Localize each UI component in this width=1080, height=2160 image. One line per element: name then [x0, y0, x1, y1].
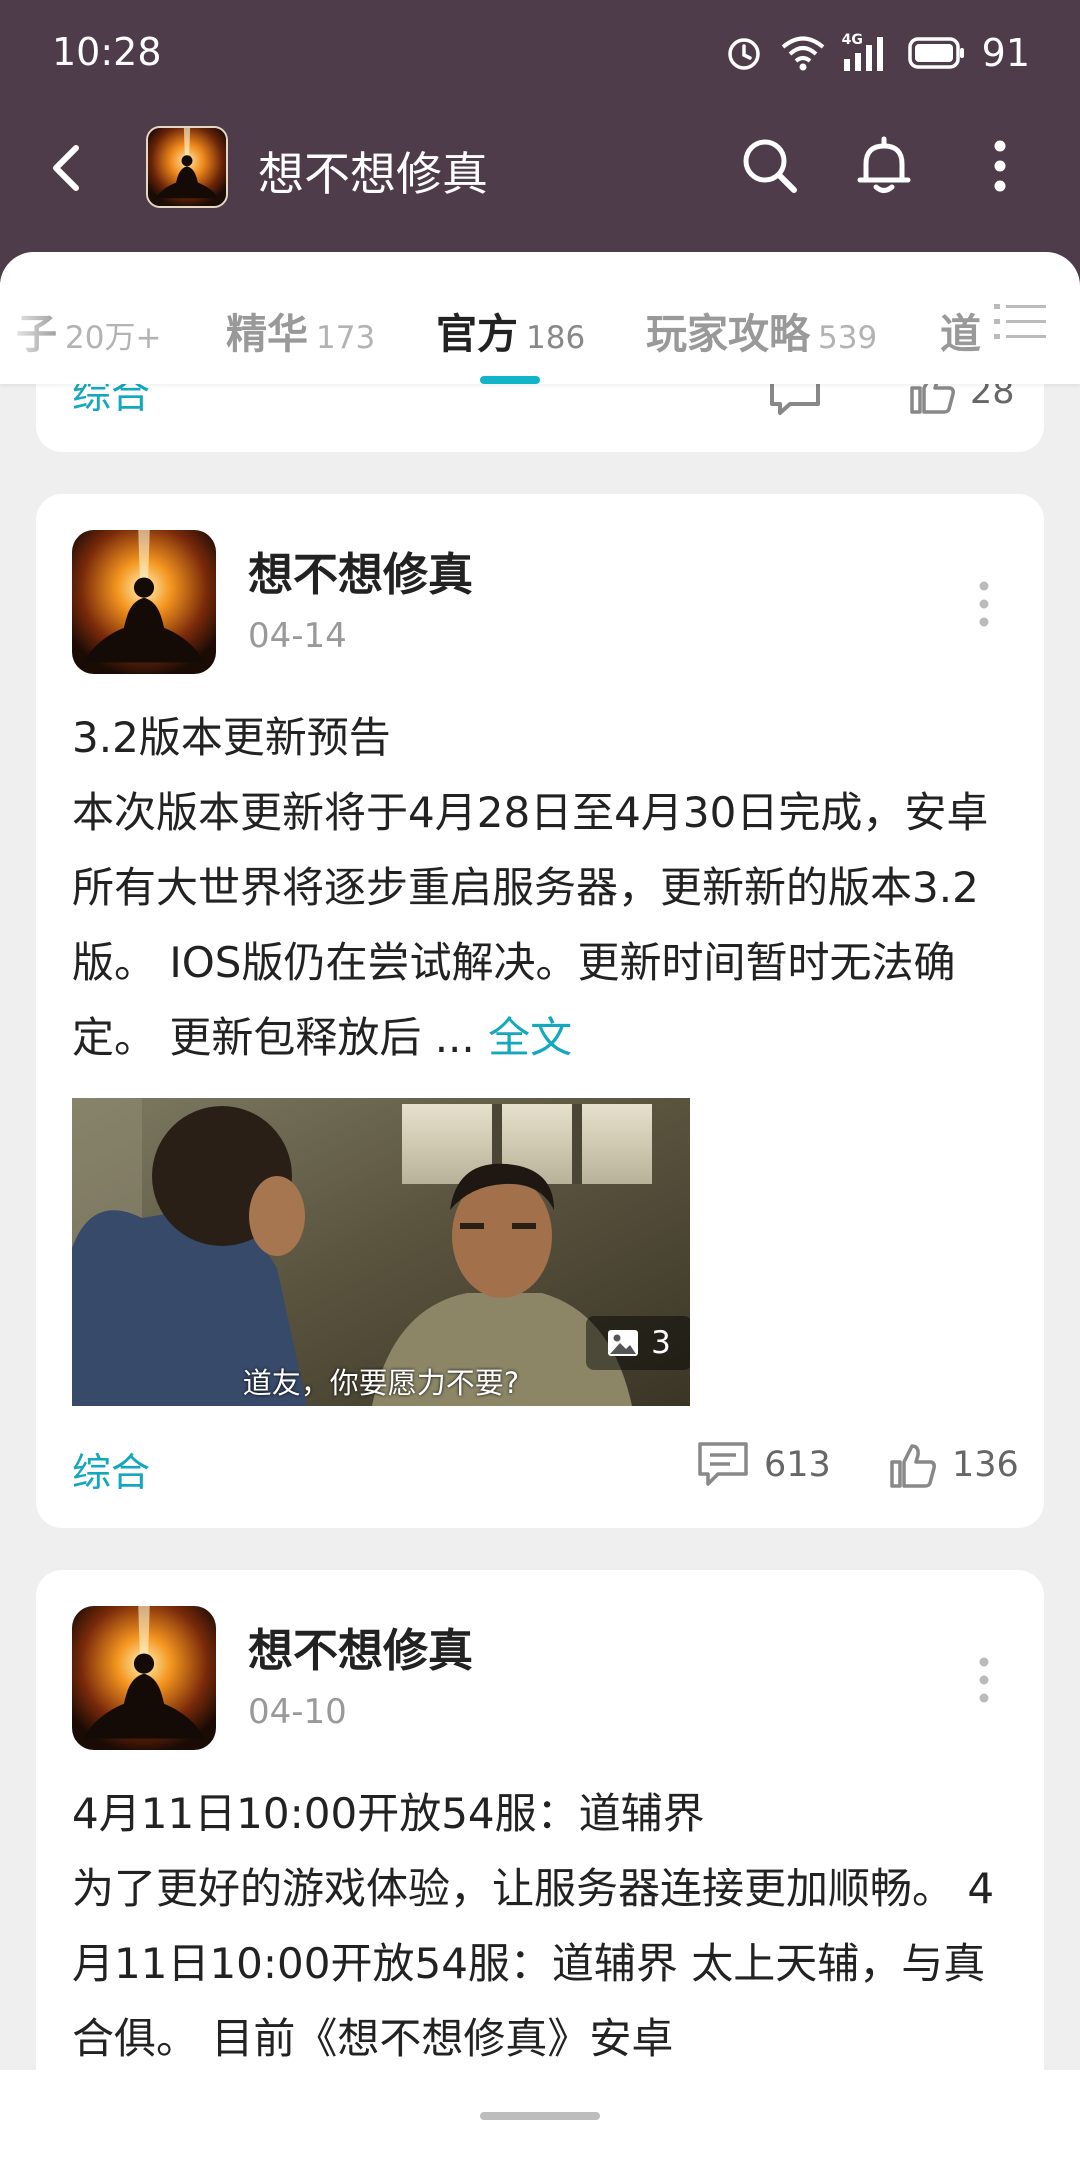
tab-player-guides[interactable]: 玩家攻略 539 [646, 300, 877, 360]
image-icon [608, 1330, 639, 1356]
gesture-bar [0, 2070, 1080, 2160]
like-count-value: 136 [952, 1445, 1019, 1485]
post-body-text: 为了更好的游戏体验，让服务器连接更加顺畅。 4月11日10:00开放54服：道辅… [72, 1864, 995, 2063]
author-name[interactable]: 想不想修真 [248, 538, 473, 603]
tab-label: 精华 [226, 310, 308, 358]
image-count-badge: 3 [586, 1316, 690, 1370]
nav-bar: 想不想修真 [0, 108, 1080, 258]
game-app-icon[interactable] [146, 126, 228, 208]
wifi-icon [781, 36, 824, 71]
post-title[interactable]: 3.2版本更新预告 [72, 700, 1012, 775]
more-options-icon[interactable] [982, 136, 1018, 196]
comment-icon[interactable] [768, 380, 822, 416]
post-category-tag[interactable]: 综合 [72, 1442, 150, 1498]
status-bar: 10:28 4G 91 [0, 0, 1080, 108]
status-time: 10:28 [52, 30, 162, 74]
tab-label: 道 [940, 310, 981, 358]
post-card[interactable]: 想不想修真 04-14 3.2版本更新预告 本次版本更新将于4月28日至4月30… [36, 494, 1044, 1528]
post-date: 04-14 [248, 616, 347, 656]
signal-icon: 4G [842, 33, 892, 73]
post-excerpt[interactable]: 本次版本更新将于4月28日至4月30日完成，安卓所有大世界将逐步重启服务器，更新… [72, 775, 1012, 1075]
active-tab-indicator [480, 376, 540, 384]
like-count[interactable]: 136 [888, 1440, 1019, 1490]
thumbs-up-icon [890, 1444, 936, 1488]
tab-label: 官方 [436, 310, 518, 358]
tab-count: 539 [818, 320, 878, 356]
search-icon[interactable] [738, 134, 802, 198]
tab-count: 186 [526, 320, 586, 356]
full-text-link[interactable]: 全文 [488, 1013, 572, 1062]
tab-label: 玩家攻略 [646, 310, 810, 358]
tab-count: 173 [316, 320, 376, 356]
tab-partial[interactable]: 道 [940, 300, 981, 360]
image-count: 3 [651, 1325, 671, 1361]
post-more-icon[interactable] [976, 1656, 992, 1704]
list-menu-icon[interactable] [990, 300, 1050, 344]
alarm-icon [727, 38, 760, 70]
status-icons: 4G 91 [724, 28, 1030, 78]
post-image[interactable]: 道友，你要愿力不要? 3 [72, 1098, 690, 1406]
battery-level: 91 [981, 31, 1030, 75]
tab-count: 20万+ [65, 320, 162, 356]
home-indicator[interactable] [480, 2112, 600, 2120]
post-excerpt[interactable]: 为了更好的游戏体验，让服务器连接更加顺畅。 4月11日10:00开放54服：道辅… [72, 1851, 1012, 2076]
author-avatar[interactable] [72, 1606, 216, 1750]
bell-icon[interactable] [852, 134, 916, 198]
tab-official[interactable]: 官方 186 [436, 300, 585, 360]
battery-icon [907, 37, 964, 69]
author-avatar[interactable] [72, 530, 216, 674]
post-title[interactable]: 4月11日10:00开放54服：道辅界 [72, 1776, 1012, 1851]
comment-count-value: 613 [764, 1445, 831, 1485]
back-arrow-icon[interactable] [38, 138, 98, 198]
tabs-fade [0, 252, 60, 384]
comment-count[interactable]: 613 [696, 1440, 831, 1490]
tab-featured[interactable]: 精华 173 [226, 300, 375, 360]
post-more-icon[interactable] [976, 580, 992, 628]
author-name[interactable]: 想不想修真 [248, 1614, 473, 1679]
comment-icon [698, 1442, 748, 1486]
post-date: 04-10 [248, 1692, 347, 1732]
page-title: 想不想修真 [258, 147, 488, 201]
tab-bar: 子20万+ 精华173 官方186 玩家攻略539 道 [0, 252, 1080, 384]
